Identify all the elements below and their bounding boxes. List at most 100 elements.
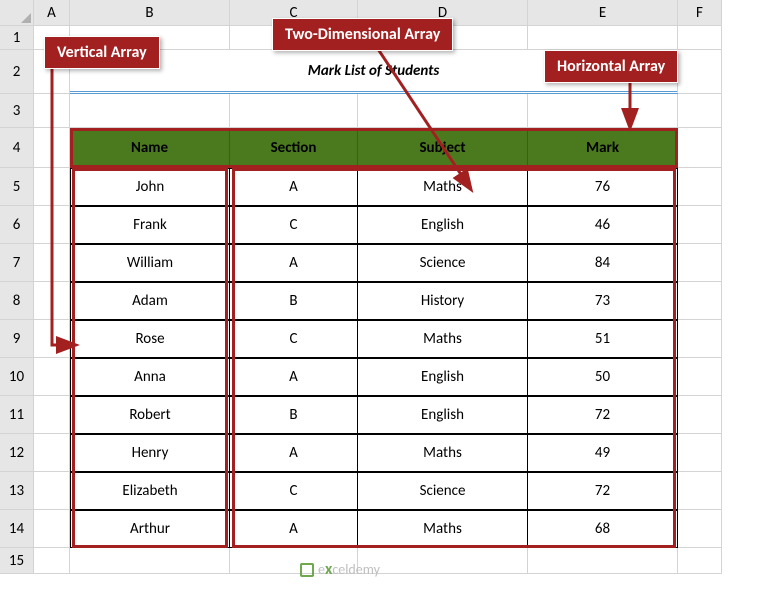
row-header-2[interactable]: 2 bbox=[0, 50, 34, 94]
cell-subject-3[interactable]: History bbox=[358, 282, 528, 320]
row-header-5[interactable]: 5 bbox=[0, 168, 34, 206]
cell-D3[interactable] bbox=[358, 94, 528, 128]
cell-subject-2[interactable]: Science bbox=[358, 244, 528, 282]
row-header-14[interactable]: 14 bbox=[0, 510, 34, 548]
row-header-10[interactable]: 10 bbox=[0, 358, 34, 396]
cell-subject-4[interactable]: Maths bbox=[358, 320, 528, 358]
cell-A12[interactable] bbox=[34, 434, 70, 472]
cell-subject-0[interactable]: Maths bbox=[358, 168, 528, 206]
cell-mark-5[interactable]: 50 bbox=[528, 358, 678, 396]
row-header-6[interactable]: 6 bbox=[0, 206, 34, 244]
cell-A6[interactable] bbox=[34, 206, 70, 244]
row-header-12[interactable]: 12 bbox=[0, 434, 34, 472]
cell-A14[interactable] bbox=[34, 510, 70, 548]
cell-F8[interactable] bbox=[678, 282, 722, 320]
cell-mark-0[interactable]: 76 bbox=[528, 168, 678, 206]
cell-section-3[interactable]: B bbox=[230, 282, 358, 320]
cell-name-9[interactable]: Arthur bbox=[70, 510, 230, 548]
cell-F13[interactable] bbox=[678, 472, 722, 510]
cell-B15[interactable] bbox=[70, 548, 230, 574]
cell-C3[interactable] bbox=[230, 94, 358, 128]
cell-F5[interactable] bbox=[678, 168, 722, 206]
row-header-15[interactable]: 15 bbox=[0, 548, 34, 574]
row-header-1[interactable]: 1 bbox=[0, 26, 34, 50]
table-header-mark: Mark bbox=[528, 128, 678, 168]
cell-subject-1[interactable]: English bbox=[358, 206, 528, 244]
cell-mark-3[interactable]: 73 bbox=[528, 282, 678, 320]
table-header-section: Section bbox=[230, 128, 358, 168]
cell-name-8[interactable]: Elizabeth bbox=[70, 472, 230, 510]
row-header-7[interactable]: 7 bbox=[0, 244, 34, 282]
cell-F11[interactable] bbox=[678, 396, 722, 434]
cell-A3[interactable] bbox=[34, 94, 70, 128]
cell-section-4[interactable]: C bbox=[230, 320, 358, 358]
cell-subject-6[interactable]: English bbox=[358, 396, 528, 434]
select-all-corner[interactable] bbox=[0, 0, 34, 26]
row-header-3[interactable]: 3 bbox=[0, 94, 34, 128]
cell-mark-7[interactable]: 49 bbox=[528, 434, 678, 472]
cell-A10[interactable] bbox=[34, 358, 70, 396]
cell-name-3[interactable]: Adam bbox=[70, 282, 230, 320]
cell-A11[interactable] bbox=[34, 396, 70, 434]
row-header-13[interactable]: 13 bbox=[0, 472, 34, 510]
cell-subject-7[interactable]: Maths bbox=[358, 434, 528, 472]
cell-A5[interactable] bbox=[34, 168, 70, 206]
cell-mark-1[interactable]: 46 bbox=[528, 206, 678, 244]
cell-F9[interactable] bbox=[678, 320, 722, 358]
column-header-F[interactable]: F bbox=[678, 0, 722, 26]
row-header-9[interactable]: 9 bbox=[0, 320, 34, 358]
cell-F15[interactable] bbox=[678, 548, 722, 574]
cell-mark-4[interactable]: 51 bbox=[528, 320, 678, 358]
cell-mark-6[interactable]: 72 bbox=[528, 396, 678, 434]
row-header-4[interactable]: 4 bbox=[0, 128, 34, 168]
cell-subject-5[interactable]: English bbox=[358, 358, 528, 396]
cell-mark-9[interactable]: 68 bbox=[528, 510, 678, 548]
cell-name-5[interactable]: Anna bbox=[70, 358, 230, 396]
cell-A9[interactable] bbox=[34, 320, 70, 358]
cell-A4[interactable] bbox=[34, 128, 70, 168]
cell-E3[interactable] bbox=[528, 94, 678, 128]
cell-D15[interactable] bbox=[358, 548, 528, 574]
cell-A7[interactable] bbox=[34, 244, 70, 282]
column-header-E[interactable]: E bbox=[528, 0, 678, 26]
cell-section-2[interactable]: A bbox=[230, 244, 358, 282]
column-header-B[interactable]: B bbox=[70, 0, 230, 26]
cell-F3[interactable] bbox=[678, 94, 722, 128]
cell-name-6[interactable]: Robert bbox=[70, 396, 230, 434]
row-header-11[interactable]: 11 bbox=[0, 396, 34, 434]
cell-name-1[interactable]: Frank bbox=[70, 206, 230, 244]
cell-subject-9[interactable]: Maths bbox=[358, 510, 528, 548]
cell-name-4[interactable]: Rose bbox=[70, 320, 230, 358]
cell-section-7[interactable]: A bbox=[230, 434, 358, 472]
cell-F6[interactable] bbox=[678, 206, 722, 244]
cell-name-0[interactable]: John bbox=[70, 168, 230, 206]
cell-mark-2[interactable]: 84 bbox=[528, 244, 678, 282]
cell-name-7[interactable]: Henry bbox=[70, 434, 230, 472]
cell-E1[interactable] bbox=[528, 26, 678, 50]
cell-section-9[interactable]: A bbox=[230, 510, 358, 548]
cell-section-6[interactable]: B bbox=[230, 396, 358, 434]
cell-F12[interactable] bbox=[678, 434, 722, 472]
cell-mark-8[interactable]: 72 bbox=[528, 472, 678, 510]
cell-F10[interactable] bbox=[678, 358, 722, 396]
column-header-A[interactable]: A bbox=[34, 0, 70, 26]
cell-A15[interactable] bbox=[34, 548, 70, 574]
cell-F2[interactable] bbox=[678, 50, 722, 94]
cell-name-2[interactable]: William bbox=[70, 244, 230, 282]
cell-section-0[interactable]: A bbox=[230, 168, 358, 206]
cell-F14[interactable] bbox=[678, 510, 722, 548]
cell-F7[interactable] bbox=[678, 244, 722, 282]
cell-A8[interactable] bbox=[34, 282, 70, 320]
watermark: exceldemy bbox=[300, 560, 380, 579]
cell-section-1[interactable]: C bbox=[230, 206, 358, 244]
cell-F1[interactable] bbox=[678, 26, 722, 50]
cell-section-8[interactable]: C bbox=[230, 472, 358, 510]
cell-E15[interactable] bbox=[528, 548, 678, 574]
cell-B3[interactable] bbox=[70, 94, 230, 128]
cell-A13[interactable] bbox=[34, 472, 70, 510]
row-header-8[interactable]: 8 bbox=[0, 282, 34, 320]
cell-F4[interactable] bbox=[678, 128, 722, 168]
callout-horizontal-array: Horizontal Array bbox=[544, 50, 678, 83]
cell-subject-8[interactable]: Science bbox=[358, 472, 528, 510]
cell-section-5[interactable]: A bbox=[230, 358, 358, 396]
